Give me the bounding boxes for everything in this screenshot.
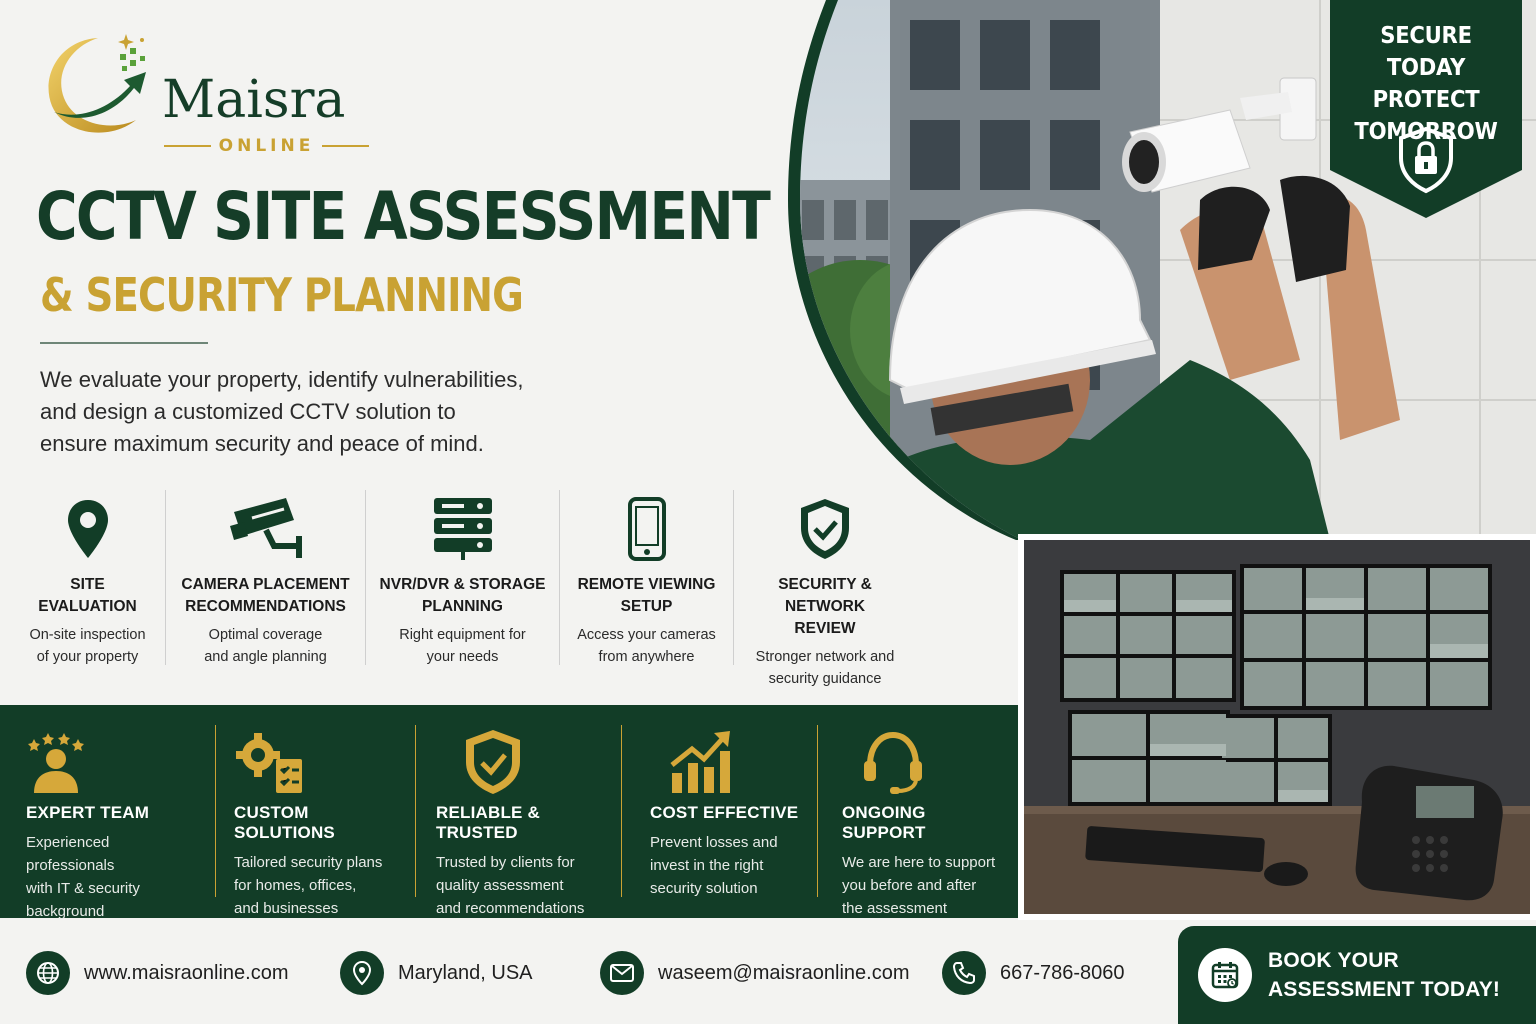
service-site-evaluation: SITE EVALUATION On-site inspection of your… xyxy=(10,490,166,665)
secure-today-badge: SECURE TODAY PROTECT TOMORROW xyxy=(1330,0,1522,218)
calendar-icon xyxy=(1198,948,1252,1002)
location-pin-icon xyxy=(340,951,384,995)
benefit-title: COST EFFECTIVE xyxy=(650,803,799,822)
benefit-expert-team: EXPERT TEAM Experienced professionals wit… xyxy=(0,725,216,920)
contact-location: Maryland, USA xyxy=(340,950,533,996)
gears-checklist-icon xyxy=(234,725,401,799)
monitoring-station-photo xyxy=(1018,534,1536,920)
page-subtitle: & SECURITY PLANNING xyxy=(40,268,524,322)
expert-person-stars-icon xyxy=(26,725,201,799)
brand-tagline-wrap: ONLINE xyxy=(164,136,369,156)
cctv-camera-icon xyxy=(166,490,365,568)
service-desc: Stronger network and security guidance xyxy=(755,649,895,687)
benefits-band: EXPERT TEAM Experienced professionals wit… xyxy=(0,705,1018,920)
phone-icon xyxy=(942,951,986,995)
service-title: CAMERA PLACEMENT RECOMMENDATIONS xyxy=(181,576,350,615)
benefit-custom-solutions: CUSTOM SOLUTIONS Tailored security plans… xyxy=(216,725,416,917)
service-camera-placement: CAMERA PLACEMENT RECOMMENDATIONS Optimal … xyxy=(166,490,366,665)
benefit-desc: We are here to support you before and aft… xyxy=(842,854,996,917)
shield-check-icon xyxy=(436,725,607,799)
website-link[interactable]: www.maisraonline.com xyxy=(84,962,289,985)
location-pin-icon xyxy=(10,490,165,568)
benefit-title: CUSTOM SOLUTIONS xyxy=(234,803,335,842)
server-storage-icon xyxy=(366,490,559,568)
headset-icon xyxy=(842,725,1004,799)
shield-lock-icon xyxy=(1399,126,1453,194)
service-desc: On-site inspection of your property xyxy=(29,627,146,665)
benefit-ongoing-support: ONGOING SUPPORT We are here to support yo… xyxy=(818,725,1018,917)
intro-line: ensure maximum security and peace of min… xyxy=(40,431,484,456)
title-divider xyxy=(40,342,208,344)
service-title: SECURITY & NETWORK REVIEW xyxy=(778,576,872,637)
intro-text: We evaluate your property, identify vuln… xyxy=(40,364,600,460)
logo-crescent-arrow-icon xyxy=(48,34,146,133)
badge-line: SECURE TODAY xyxy=(1380,23,1472,81)
smartphone-icon xyxy=(560,490,733,568)
benefit-reliable-trusted: RELIABLE & TRUSTED Trusted by clients fo… xyxy=(416,725,622,917)
tagline-rule-right xyxy=(322,145,369,147)
growth-chart-icon xyxy=(650,725,803,799)
service-remote-viewing: REMOTE VIEWING SETUP Access your cameras f… xyxy=(560,490,734,665)
benefit-title: RELIABLE & TRUSTED xyxy=(436,803,540,842)
phone-link[interactable]: 667-786-8060 xyxy=(1000,962,1125,985)
envelope-icon xyxy=(600,951,644,995)
benefit-title: ONGOING SUPPORT xyxy=(842,803,926,842)
badge-line: PROTECT xyxy=(1372,87,1480,113)
intro-line: We evaluate your property, identify vuln… xyxy=(40,367,524,392)
contact-website[interactable]: www.maisraonline.com xyxy=(26,950,289,996)
benefit-desc: Prevent losses and invest in the right sec… xyxy=(650,834,778,897)
email-link[interactable]: waseem@maisraonline.com xyxy=(658,962,910,985)
benefit-cost-effective: COST EFFECTIVE Prevent losses and invest … xyxy=(622,725,818,897)
page-title: CCTV SITE ASSESSMENT xyxy=(36,178,771,255)
service-desc: Right equipment for your needs xyxy=(399,627,526,665)
location-text: Maryland, USA xyxy=(398,961,533,984)
globe-icon xyxy=(26,951,70,995)
benefit-desc: Tailored security plans for homes, office… xyxy=(234,854,383,917)
service-nvr-dvr: NVR/DVR & STORAGE PLANNING Right equipmen… xyxy=(366,490,560,665)
brand-tagline: ONLINE xyxy=(218,136,315,156)
tagline-rule-left xyxy=(164,145,211,147)
service-title: NVR/DVR & STORAGE PLANNING xyxy=(379,576,546,615)
contact-phone[interactable]: 667-786-8060 xyxy=(942,950,1125,996)
benefit-title: EXPERT TEAM xyxy=(26,803,150,822)
service-title: SITE EVALUATION xyxy=(38,576,137,615)
intro-line: and design a customized CCTV solution to xyxy=(40,399,456,424)
service-title: REMOTE VIEWING SETUP xyxy=(577,576,716,615)
benefit-desc: Experienced professionals with IT & secur… xyxy=(26,834,140,920)
service-desc: Optimal coverage and angle planning xyxy=(204,627,327,665)
brand-logo[interactable]: Maisra ONLINE xyxy=(38,30,378,156)
brand-name: Maisra xyxy=(162,70,346,130)
book-assessment-button[interactable]: BOOK YOUR ASSESSMENT TODAY! xyxy=(1178,926,1536,1024)
service-desc: Access your cameras from anywhere xyxy=(577,627,716,665)
benefit-desc: Trusted by clients for quality assessment… xyxy=(436,854,585,917)
contact-email[interactable]: waseem@maisraonline.com xyxy=(600,950,910,996)
cta-label[interactable]: BOOK YOUR ASSESSMENT TODAY! xyxy=(1268,946,1500,1004)
